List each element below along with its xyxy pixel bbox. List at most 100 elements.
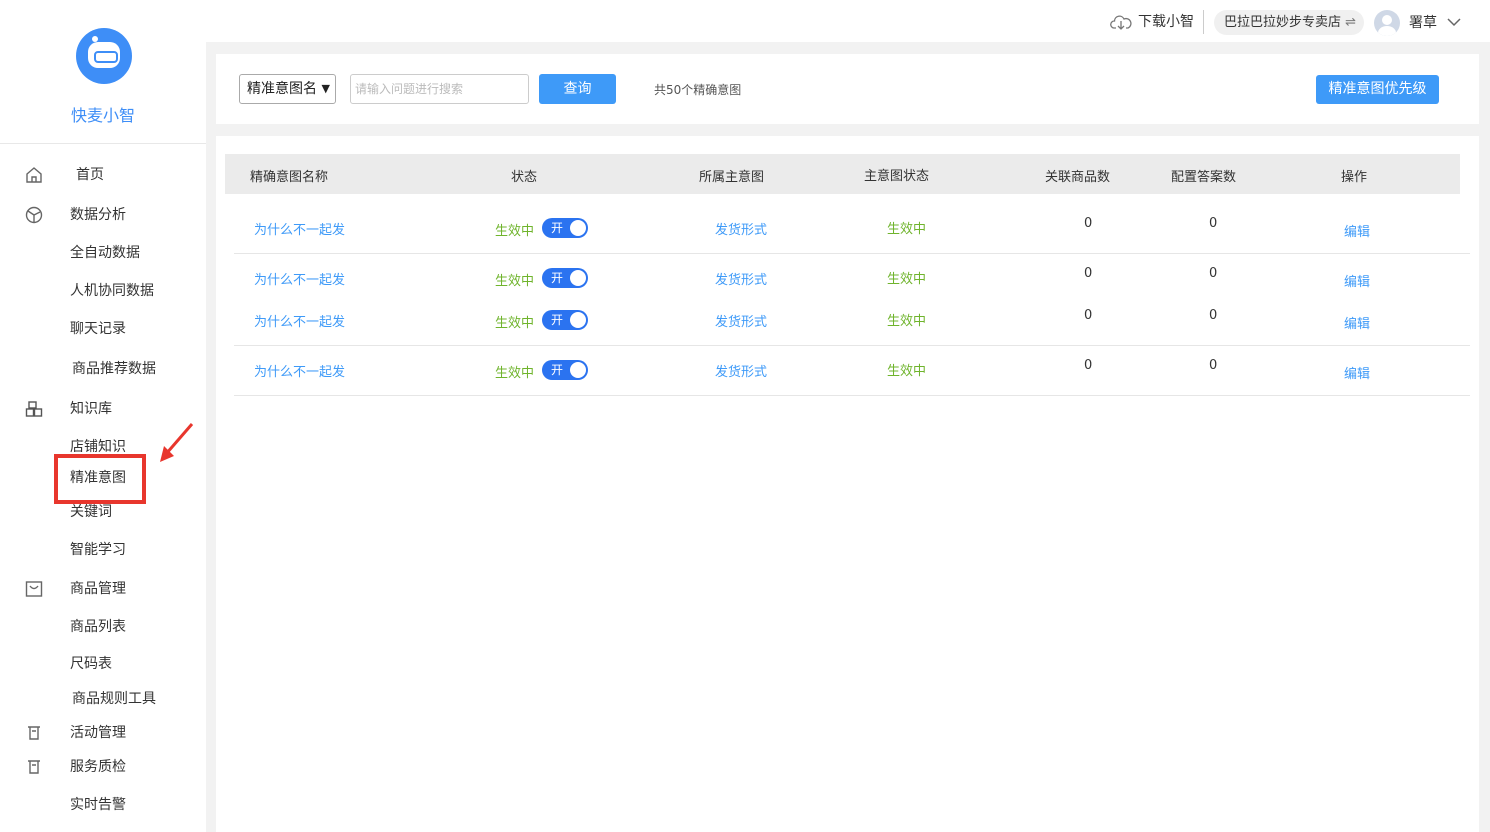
intent-name-link[interactable]: 为什么不一起发 (254, 269, 345, 288)
sidebar: 快麦小智 首页 数据分析 全自动数据 人机协同数据 聊天记录 商品推荐数据 知识… (0, 0, 206, 832)
sidebar-item-collab-data[interactable]: 人机协同数据 (0, 279, 206, 303)
edit-link[interactable]: 编辑 (1344, 363, 1370, 382)
status-text: 生效中 (495, 366, 535, 381)
toggle-knob (570, 270, 586, 286)
intent-name-link[interactable]: 为什么不一起发 (254, 311, 345, 330)
chart-icon (24, 206, 44, 224)
status-toggle[interactable]: 开 (542, 360, 588, 380)
col-header-main-intent: 所属主意图 (699, 170, 765, 185)
logo-area: 快麦小智 (0, 0, 206, 144)
cloud-download-icon (1110, 15, 1132, 30)
home-icon (24, 166, 44, 184)
intent-count: 共50个精确意图 (654, 83, 742, 97)
answer-count: 0 (1209, 308, 1218, 323)
app-name: 快麦小智 (70, 106, 135, 125)
edit-link[interactable]: 编辑 (1344, 313, 1370, 332)
sidebar-item-label: 服务质检 (70, 759, 126, 775)
store-name: 巴拉巴拉妙步专卖店 (1224, 15, 1342, 30)
status-toggle[interactable]: 开 (542, 268, 588, 288)
col-header-main-status: 主意图状态 (864, 169, 930, 184)
product-count: 0 (1084, 308, 1093, 323)
status-text: 生效中 (495, 316, 535, 331)
edit-link[interactable]: 编辑 (1344, 221, 1370, 240)
sidebar-item-home[interactable]: 首页 (0, 163, 206, 187)
toggle-knob (570, 312, 586, 328)
sidebar-item-label: 尺码表 (70, 656, 112, 672)
toggle-knob (570, 220, 586, 236)
sidebar-item-knowledge[interactable]: 知识库 (0, 397, 206, 421)
sidebar-item-data-analysis[interactable]: 数据分析 (0, 203, 206, 227)
download-link[interactable]: 下载小智 (1110, 12, 1194, 32)
query-button[interactable]: 查询 (539, 74, 616, 104)
select-value: 精准意图名 (247, 81, 317, 97)
toggle-label: 开 (551, 271, 564, 285)
sidebar-item-label: 商品管理 (70, 581, 126, 597)
activity-icon (24, 724, 44, 742)
toggle-label: 开 (551, 313, 564, 327)
sidebar-item-label: 活动管理 (70, 725, 126, 741)
sidebar-item-product-list[interactable]: 商品列表 (0, 615, 206, 639)
main-status-text: 生效中 (887, 314, 927, 329)
sidebar-item-label: 商品列表 (70, 619, 126, 635)
intent-priority-button[interactable]: 精准意图优先级 (1316, 75, 1439, 104)
main-status-text: 生效中 (887, 272, 927, 287)
main-intent-link[interactable]: 发货形式 (715, 269, 767, 288)
sidebar-item-label: 商品推荐数据 (72, 361, 156, 377)
toggle-label: 开 (551, 221, 564, 235)
search-field-select[interactable]: 精准意图名 ▼ (239, 74, 336, 104)
intent-name-link[interactable]: 为什么不一起发 (254, 219, 345, 238)
knowledge-icon (24, 400, 44, 418)
answer-count: 0 (1209, 216, 1218, 231)
sidebar-item-activity[interactable]: 活动管理 (0, 721, 206, 745)
status-text: 生效中 (495, 274, 535, 289)
intent-table-panel: 精确意图名称 状态 所属主意图 主意图状态 关联商品数 配置答案数 操作 为什么… (216, 136, 1479, 832)
table-header: 精确意图名称 状态 所属主意图 主意图状态 关联商品数 配置答案数 操作 (225, 154, 1460, 194)
sidebar-item-chat-records[interactable]: 聊天记录 (0, 317, 206, 341)
sidebar-item-label: 人机协同数据 (70, 283, 154, 299)
main-intent-link[interactable]: 发货形式 (715, 311, 767, 330)
col-header-answers: 配置答案数 (1171, 170, 1237, 185)
sidebar-item-auto-data[interactable]: 全自动数据 (0, 241, 206, 265)
main-status-text: 生效中 (887, 222, 927, 237)
sidebar-item-product-mgmt[interactable]: 商品管理 (0, 577, 206, 601)
top-header: 下载小智 巴拉巴拉妙步专卖店 ⇌ 署草 (206, 0, 1490, 42)
product-count: 0 (1084, 266, 1093, 281)
username[interactable]: 署草 (1409, 12, 1437, 32)
main-intent-link[interactable]: 发货形式 (715, 361, 767, 380)
search-input[interactable] (350, 74, 529, 104)
answer-count: 0 (1209, 358, 1218, 373)
sidebar-item-size-chart[interactable]: 尺码表 (0, 652, 206, 676)
product-count: 0 (1084, 216, 1093, 231)
status-text: 生效中 (495, 224, 535, 239)
red-arrow-icon (160, 423, 194, 462)
col-header-products: 关联商品数 (1045, 170, 1111, 185)
toggle-knob (570, 362, 586, 378)
row-divider (234, 345, 1470, 346)
chevron-down-icon[interactable] (1444, 12, 1464, 32)
header-divider (1203, 10, 1204, 34)
main-intent-link[interactable]: 发货形式 (715, 219, 767, 238)
sidebar-item-label: 聊天记录 (70, 321, 126, 337)
sidebar-item-label: 首页 (76, 167, 104, 183)
toggle-label: 开 (551, 363, 564, 377)
sidebar-item-alerts[interactable]: 实时告警 (0, 793, 206, 817)
status-toggle[interactable]: 开 (542, 218, 588, 238)
status-toggle[interactable]: 开 (542, 310, 588, 330)
sidebar-item-inspection[interactable]: 服务质检 (0, 755, 206, 779)
inspection-icon (24, 758, 44, 776)
sidebar-item-label: 知识库 (70, 401, 112, 417)
highlight-box (54, 454, 146, 504)
store-switcher[interactable]: 巴拉巴拉妙步专卖店 ⇌ (1214, 10, 1364, 35)
intent-name-link[interactable]: 为什么不一起发 (254, 361, 345, 380)
avatar[interactable] (1374, 10, 1400, 36)
download-label: 下载小智 (1138, 14, 1194, 30)
sidebar-item-smart-learning[interactable]: 智能学习 (0, 538, 206, 562)
product-count: 0 (1084, 358, 1093, 373)
filter-bar: 精准意图名 ▼ 查询 共50个精确意图 精准意图优先级 (216, 54, 1479, 124)
sidebar-item-rule-tool[interactable]: 商品规则工具 (0, 687, 206, 711)
answer-count: 0 (1209, 266, 1218, 281)
col-header-actions: 操作 (1341, 170, 1368, 185)
sidebar-item-recommend-data[interactable]: 商品推荐数据 (0, 357, 206, 381)
edit-link[interactable]: 编辑 (1344, 271, 1370, 290)
sidebar-item-label: 智能学习 (70, 542, 126, 558)
